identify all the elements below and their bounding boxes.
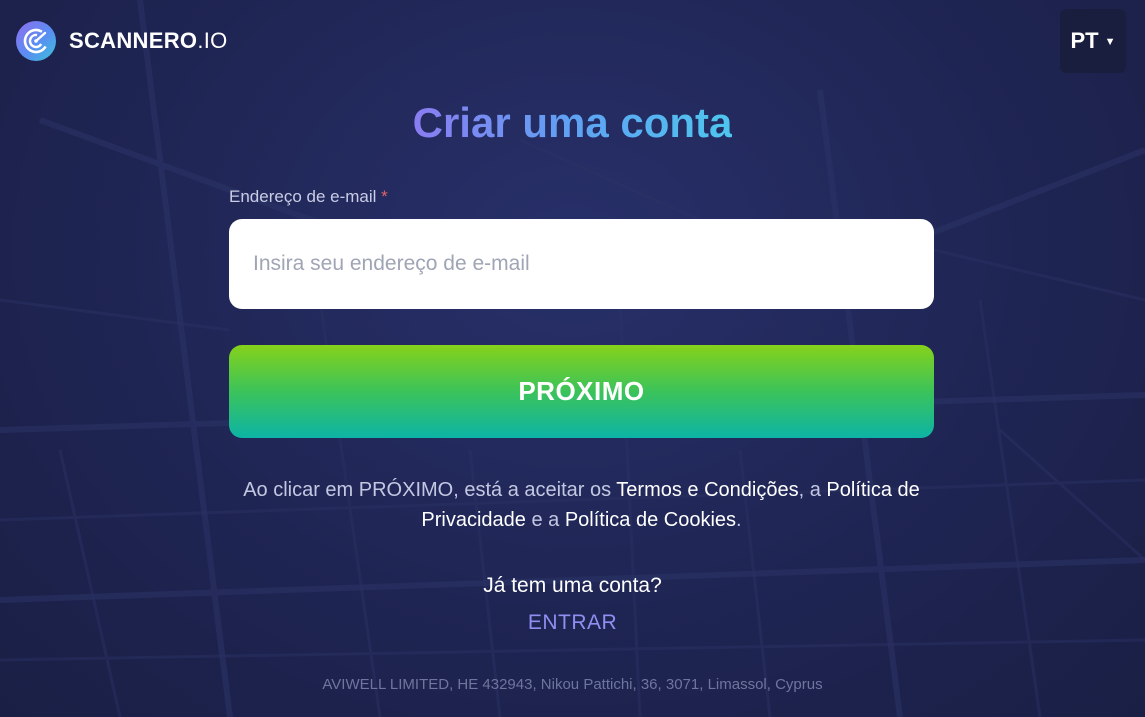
brand-name-suffix: .IO [197,28,228,53]
terms-prefix: Ao clicar em PRÓXIMO, está a aceitar os [243,479,617,501]
email-input[interactable] [229,219,934,309]
terms-and: e a [525,509,565,531]
login-link-wrapper: ENTRAR [0,611,1145,635]
required-marker: * [381,187,388,206]
login-link[interactable]: ENTRAR [528,611,617,634]
language-selector[interactable]: PT ▼ [1060,9,1126,73]
caret-down-icon: ▼ [1104,36,1116,48]
page-title: Criar uma conta [0,97,1145,149]
footer-company-info: AVIWELL LIMITED, HE 432943, Nikou Pattic… [322,676,823,693]
brand-name: SCANNERO.IO [69,28,228,54]
scannero-radar-icon [16,21,56,61]
have-account-text: Já tem uma conta? [483,574,662,597]
page-title-text: Criar uma conta [412,99,733,146]
terms-suffix: . [736,509,742,531]
next-button[interactable]: PRÓXIMO [229,345,934,438]
terms-notice: Ao clicar em PRÓXIMO, está a aceitar os … [215,475,948,535]
language-code: PT [1070,28,1099,53]
terms-conditions-link[interactable]: Termos e Condições [616,479,798,501]
cookie-policy-link[interactable]: Política de Cookies [565,509,736,531]
email-field-label: Endereço de e-mail * [229,187,388,207]
brand-logo[interactable]: SCANNERO.IO [16,20,228,62]
email-label-text: Endereço de e-mail [229,187,377,206]
terms-separator: , a [798,479,827,501]
brand-name-main: SCANNERO [69,28,198,53]
